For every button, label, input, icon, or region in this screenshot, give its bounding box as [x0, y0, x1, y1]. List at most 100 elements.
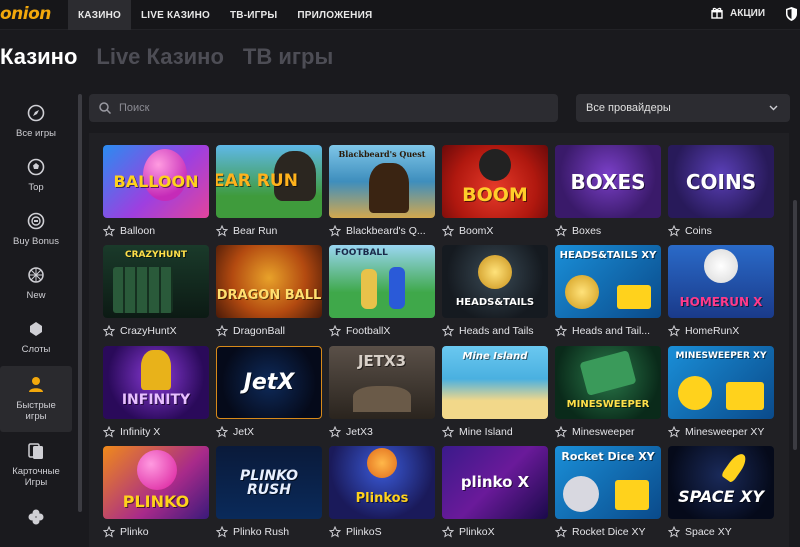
- game-thumbnail[interactable]: DRAGON BALL: [216, 245, 322, 318]
- favorite-star-icon[interactable]: [668, 526, 680, 538]
- game-caption: Boxes: [555, 221, 661, 241]
- favorite-star-icon[interactable]: [555, 426, 567, 438]
- favorite-star-icon[interactable]: [668, 325, 680, 337]
- sidebar-item-buy-bonus[interactable]: Buy Bonus: [0, 212, 72, 247]
- section-tab-live-casino[interactable]: Live Казино: [96, 44, 224, 70]
- game-thumbnail[interactable]: HOMERUN X: [668, 245, 774, 318]
- game-card-boxes[interactable]: BOXES Boxes: [555, 145, 661, 241]
- favorite-star-icon[interactable]: [216, 426, 228, 438]
- favorite-star-icon[interactable]: [103, 225, 115, 237]
- game-card-minesweeper[interactable]: MINESWEEPER Minesweeper: [555, 346, 661, 442]
- favorite-star-icon[interactable]: [216, 225, 228, 237]
- favorite-star-icon[interactable]: [103, 325, 115, 337]
- favorite-star-icon[interactable]: [668, 225, 680, 237]
- favorite-star-icon[interactable]: [329, 325, 341, 337]
- game-thumbnail[interactable]: FOOTBALL: [329, 245, 435, 318]
- sidebar-item-fast-games[interactable]: Быстрые игры: [0, 366, 72, 432]
- game-card-plinkox[interactable]: plinko X PlinkoX: [442, 446, 548, 542]
- game-card-dragonball[interactable]: DRAGON BALL DragonBall: [216, 245, 322, 341]
- game-card-coins[interactable]: COINS Coins: [668, 145, 774, 241]
- game-card-plinko[interactable]: PLINKO Plinko: [103, 446, 209, 542]
- game-card-mine-island[interactable]: Mine Island Mine Island: [442, 346, 548, 442]
- game-thumbnail[interactable]: SPACE XY: [668, 446, 774, 519]
- provider-select[interactable]: Все провайдеры: [576, 94, 790, 122]
- game-card-plinko-rush[interactable]: PLINKO RUSH Plinko Rush: [216, 446, 322, 542]
- game-thumbnail[interactable]: COINS: [668, 145, 774, 218]
- tab-tv-games[interactable]: ТВ-ИГРЫ: [220, 0, 287, 30]
- game-thumbnail[interactable]: CRAZYHUNT: [103, 245, 209, 318]
- favorite-star-icon[interactable]: [668, 426, 680, 438]
- section-tab-tv-games[interactable]: ТВ игры: [243, 44, 333, 70]
- onion-logo[interactable]: onion: [0, 4, 54, 26]
- search-input[interactable]: [119, 102, 539, 114]
- game-thumbnail[interactable]: JetX: [216, 346, 322, 419]
- game-thumbnail[interactable]: Plinkos: [329, 446, 435, 519]
- game-thumbnail[interactable]: PLINKO RUSH: [216, 446, 322, 519]
- game-card-boomx[interactable]: BOOM BoomX: [442, 145, 548, 241]
- sidebar-item-label: Buy Bonus: [13, 236, 59, 247]
- section-tab-casino[interactable]: Казино: [0, 44, 77, 70]
- sidebar-item-new[interactable]: New: [0, 266, 72, 301]
- page-scrollbar[interactable]: [793, 200, 797, 450]
- game-card-bear-run[interactable]: BEAR RUN Bear Run: [216, 145, 322, 241]
- game-thumbnail[interactable]: MINESWEEPER: [555, 346, 661, 419]
- game-card-infinity-x[interactable]: INFINITY Infinity X: [103, 346, 209, 442]
- game-caption: JetX: [216, 422, 322, 442]
- shield-icon[interactable]: [786, 7, 797, 21]
- game-thumbnail[interactable]: BOXES: [555, 145, 661, 218]
- favorite-star-icon[interactable]: [442, 225, 454, 237]
- sidebar-item-label: Все игры: [16, 128, 56, 139]
- tab-live-casino[interactable]: LIVE КАЗИНО: [131, 0, 220, 30]
- game-thumbnail[interactable]: BALLOON: [103, 145, 209, 218]
- favorite-star-icon[interactable]: [329, 426, 341, 438]
- game-thumbnail[interactable]: JETX3: [329, 346, 435, 419]
- game-card-plinkos[interactable]: Plinkos PlinkoS: [329, 446, 435, 542]
- favorite-star-icon[interactable]: [216, 526, 228, 538]
- game-thumbnail[interactable]: PLINKO: [103, 446, 209, 519]
- game-card-heads-and-tails[interactable]: HEADS&TAILS Heads and Tails: [442, 245, 548, 341]
- sidebar-item-more[interactable]: [0, 508, 72, 532]
- favorite-star-icon[interactable]: [442, 325, 454, 337]
- game-card-balloon[interactable]: BALLOON Balloon: [103, 145, 209, 241]
- sidebar-item-card-games[interactable]: Карточные Игры: [0, 442, 72, 488]
- favorite-star-icon[interactable]: [329, 225, 341, 237]
- tab-apps[interactable]: ПРИЛОЖЕНИЯ: [287, 0, 382, 30]
- game-card-space-xy[interactable]: SPACE XY Space XY: [668, 446, 774, 542]
- game-thumbnail[interactable]: plinko X: [442, 446, 548, 519]
- game-card-rocket-dice-xy[interactable]: Rocket Dice XY Rocket Dice XY: [555, 446, 661, 542]
- game-card-jetx[interactable]: JetX JetX: [216, 346, 322, 442]
- game-thumbnail[interactable]: Rocket Dice XY: [555, 446, 661, 519]
- game-thumbnail[interactable]: INFINITY: [103, 346, 209, 419]
- sidebar-item-all-games[interactable]: Все игры: [0, 104, 72, 139]
- favorite-star-icon[interactable]: [216, 325, 228, 337]
- promotions-link[interactable]: АКЦИИ: [711, 7, 765, 19]
- favorite-star-icon[interactable]: [555, 225, 567, 237]
- game-card-heads-and-tails-xy[interactable]: HEADS&TAILS XY Heads and Tail...: [555, 245, 661, 341]
- game-card-minesweeper-xy[interactable]: MINESWEEPER XY Minesweeper XY: [668, 346, 774, 442]
- sidebar-scrollbar[interactable]: [78, 94, 82, 512]
- game-name: CrazyHuntX: [120, 325, 177, 337]
- game-thumbnail[interactable]: BEAR RUN: [216, 145, 322, 218]
- game-thumbnail[interactable]: Blackbeard's Quest: [329, 145, 435, 218]
- favorite-star-icon[interactable]: [329, 526, 341, 538]
- game-thumbnail[interactable]: BOOM: [442, 145, 548, 218]
- game-thumbnail[interactable]: HEADS&TAILS XY: [555, 245, 661, 318]
- favorite-star-icon[interactable]: [555, 526, 567, 538]
- sidebar-item-top[interactable]: Top: [0, 158, 72, 193]
- favorite-star-icon[interactable]: [442, 426, 454, 438]
- favorite-star-icon[interactable]: [442, 526, 454, 538]
- game-card-footballx[interactable]: FOOTBALL FootballX: [329, 245, 435, 341]
- favorite-star-icon[interactable]: [103, 526, 115, 538]
- game-thumbnail[interactable]: Mine Island: [442, 346, 548, 419]
- game-card-crazyhuntx[interactable]: CRAZYHUNT CrazyHuntX: [103, 245, 209, 341]
- game-card-blackbeards-quest[interactable]: Blackbeard's Quest Blackbeard's Q...: [329, 145, 435, 241]
- sidebar-item-slots[interactable]: Слоты: [0, 320, 72, 355]
- game-card-homerunx[interactable]: HOMERUN X HomeRunX: [668, 245, 774, 341]
- tab-casino[interactable]: КАЗИНО: [68, 0, 131, 30]
- favorite-star-icon[interactable]: [555, 325, 567, 337]
- game-card-jetx3[interactable]: JETX3 JetX3: [329, 346, 435, 442]
- favorite-star-icon[interactable]: [103, 426, 115, 438]
- game-thumbnail[interactable]: HEADS&TAILS: [442, 245, 548, 318]
- search-box[interactable]: [89, 94, 558, 122]
- game-thumbnail[interactable]: MINESWEEPER XY: [668, 346, 774, 419]
